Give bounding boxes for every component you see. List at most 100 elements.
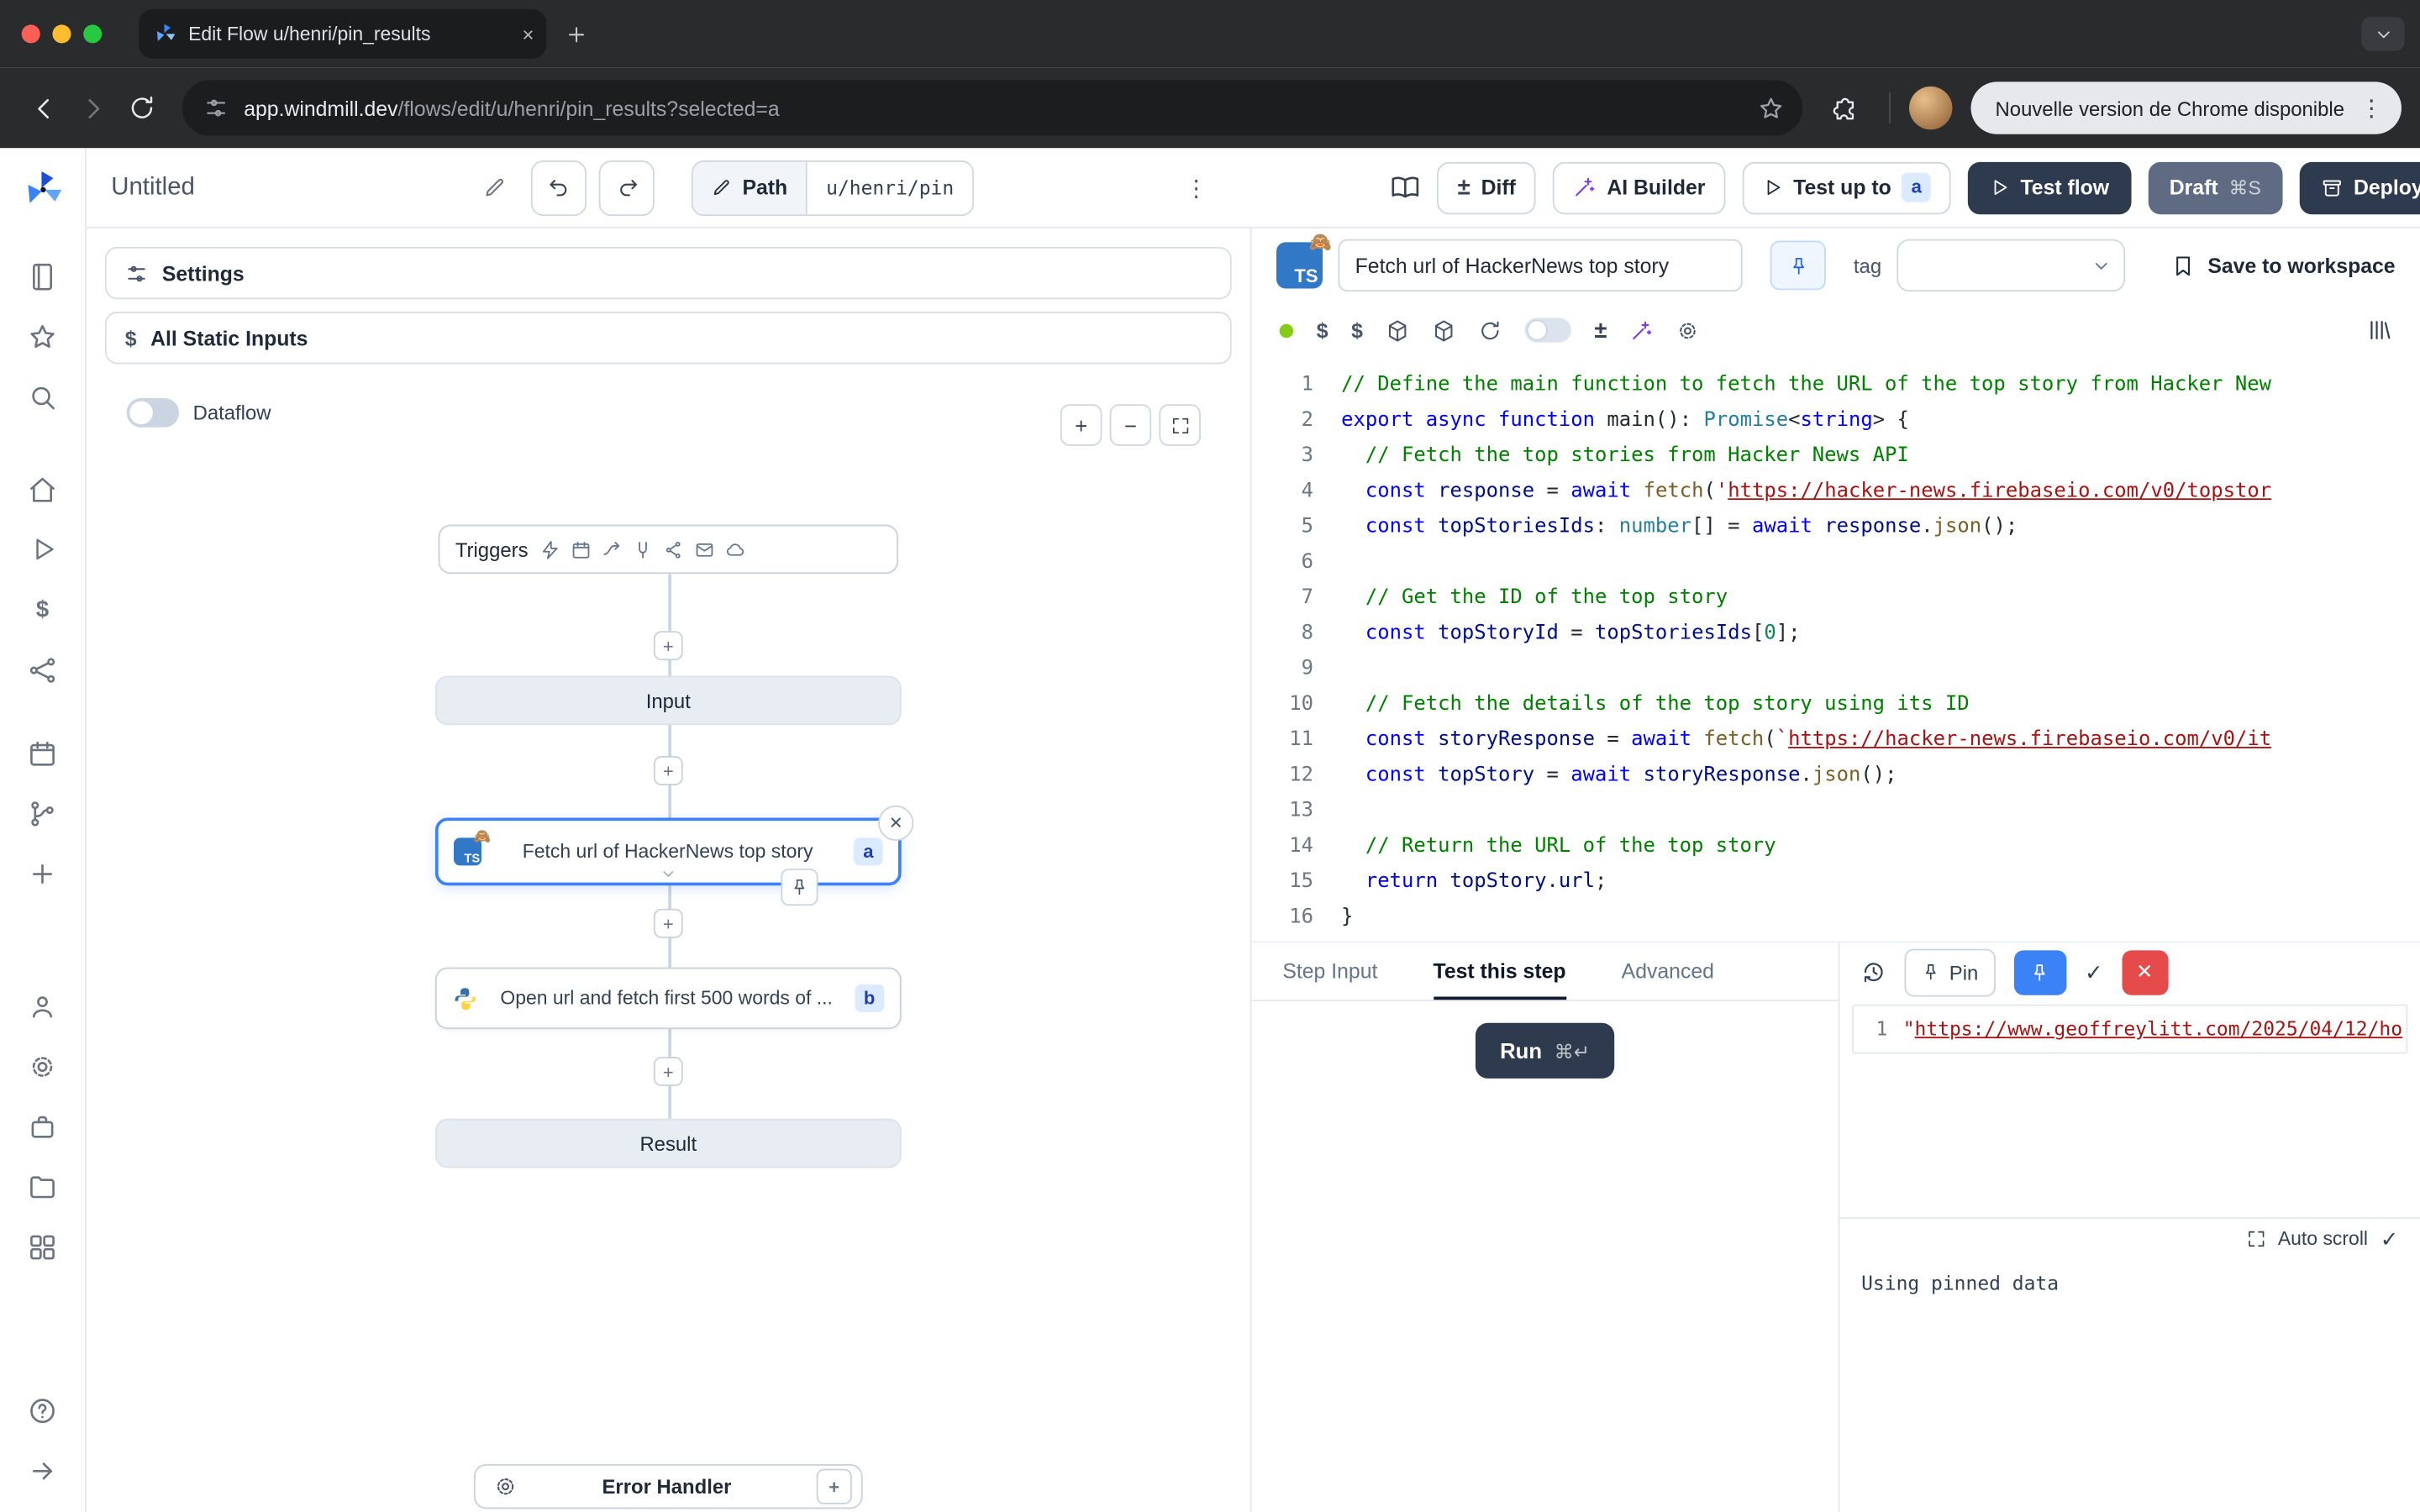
- sidebar-resources-icon[interactable]: [16, 647, 68, 693]
- add-step-button[interactable]: +: [654, 1057, 683, 1086]
- pinned-toggle-button[interactable]: [2014, 950, 2066, 995]
- sidebar-home-icon[interactable]: [16, 466, 68, 512]
- new-tab-button[interactable]: [565, 23, 588, 46]
- library-panel-icon[interactable]: [2368, 318, 2392, 342]
- step-node-a[interactable]: TS🙈 Fetch url of HackerNews top story a …: [435, 817, 902, 885]
- sidebar-add-icon[interactable]: [16, 850, 68, 896]
- tab-step-input[interactable]: Step Input: [1282, 959, 1377, 1000]
- deploy-button[interactable]: Deploy: [2300, 161, 2420, 213]
- trigger-kafka-icon[interactable]: [664, 539, 684, 559]
- trigger-websocket-icon[interactable]: [633, 539, 653, 559]
- run-button[interactable]: Run ⌘↵: [1476, 1023, 1615, 1079]
- zoom-out-button[interactable]: −: [1110, 404, 1152, 446]
- profile-avatar[interactable]: [1909, 87, 1952, 129]
- error-handler-node[interactable]: Error Handler +: [474, 1464, 863, 1509]
- sidebar-apps-icon[interactable]: [16, 1224, 68, 1270]
- dependencies-icon[interactable]: [1433, 318, 1456, 342]
- sidebar-variables-icon[interactable]: $: [16, 586, 68, 633]
- trigger-http-route-icon[interactable]: [602, 539, 623, 559]
- add-step-button[interactable]: +: [654, 756, 683, 785]
- test-flow-button[interactable]: Test flow: [1968, 161, 2131, 213]
- docs-book-icon[interactable]: [1392, 173, 1421, 202]
- save-to-workspace-button[interactable]: Save to workspace: [2172, 254, 2396, 277]
- diff-button[interactable]: ± Diff: [1438, 161, 1536, 213]
- flow-title[interactable]: Untitled: [111, 174, 195, 202]
- step-summary-input[interactable]: [1338, 239, 1742, 291]
- minimize-window-button[interactable]: [52, 24, 71, 43]
- windmill-logo[interactable]: [16, 166, 68, 213]
- trigger-schedule-icon[interactable]: [571, 539, 592, 559]
- step-node-b[interactable]: Open url and fetch first 500 words of ..…: [435, 968, 902, 1029]
- trigger-webhook-icon[interactable]: [540, 539, 560, 559]
- reload-script-icon[interactable]: [1479, 318, 1502, 342]
- clear-pin-button[interactable]: ✕: [2122, 950, 2168, 995]
- url-bar[interactable]: app.windmill.dev/flows/edit/u/henri/pin_…: [182, 81, 1802, 136]
- site-settings-icon[interactable]: [203, 96, 228, 120]
- bookmark-star-icon[interactable]: [1758, 95, 1784, 121]
- edit-title-icon[interactable]: [483, 176, 507, 199]
- ai-assist-icon[interactable]: [1630, 318, 1654, 342]
- extensions-icon[interactable]: [1821, 83, 1870, 133]
- add-step-button[interactable]: +: [654, 909, 683, 938]
- editor-mode-toggle[interactable]: [1525, 318, 1571, 342]
- sidebar-search-icon[interactable]: [16, 373, 68, 419]
- history-icon[interactable]: [1861, 959, 1886, 984]
- expand-icon[interactable]: [2247, 1230, 2265, 1248]
- auto-scroll-check-icon[interactable]: ✓: [2381, 1226, 2399, 1252]
- trigger-email-icon[interactable]: [695, 539, 715, 559]
- pin-button[interactable]: Pin: [1905, 948, 1996, 996]
- tab-advanced[interactable]: Advanced: [1622, 959, 1714, 1000]
- triggers-node[interactable]: Triggers: [439, 524, 898, 574]
- tab-search-chevron[interactable]: [2361, 17, 2404, 50]
- reload-button[interactable]: [118, 83, 167, 133]
- remove-step-icon[interactable]: ✕: [878, 806, 913, 841]
- tag-select[interactable]: [1897, 239, 2125, 291]
- test-up-to-button[interactable]: Test up to a: [1743, 161, 1951, 213]
- package-icon[interactable]: [1386, 318, 1409, 342]
- fullscreen-window-button[interactable]: [83, 24, 102, 43]
- close-window-button[interactable]: [22, 24, 40, 43]
- pinned-data-icon[interactable]: [781, 869, 818, 906]
- pin-step-button[interactable]: [1770, 241, 1826, 291]
- script-settings-icon[interactable]: [1676, 318, 1700, 342]
- trigger-cloud-icon[interactable]: [726, 539, 746, 559]
- fit-view-button[interactable]: [1159, 404, 1201, 446]
- sidebar-users-icon[interactable]: [16, 983, 68, 1029]
- sidebar-folders-icon[interactable]: [16, 1163, 68, 1210]
- sidebar-favorites-icon[interactable]: [16, 313, 68, 360]
- auto-scroll-label[interactable]: Auto scroll: [2278, 1228, 2368, 1250]
- sidebar-workers-icon[interactable]: [16, 1103, 68, 1149]
- add-error-handler-button[interactable]: +: [817, 1469, 852, 1504]
- accept-icon[interactable]: ✓: [2085, 959, 2103, 985]
- sidebar-help-icon[interactable]: [16, 1387, 68, 1433]
- tab-close-icon[interactable]: ×: [523, 24, 534, 44]
- sidebar-flows-icon[interactable]: [16, 790, 68, 836]
- path-control[interactable]: Path u/henri/pin: [692, 160, 974, 215]
- undo-button[interactable]: [531, 160, 587, 215]
- forward-button[interactable]: [68, 83, 118, 133]
- collapse-step-icon[interactable]: [660, 865, 676, 882]
- pinned-value-editor[interactable]: 1"https://www.geoffreylitt.com/2025/04/1…: [1852, 1005, 2407, 1054]
- insert-resource-icon[interactable]: $: [1351, 318, 1363, 342]
- static-inputs-row[interactable]: $ All Static Inputs: [105, 312, 1232, 364]
- result-node[interactable]: Result: [435, 1119, 902, 1168]
- back-button[interactable]: [18, 83, 68, 133]
- ai-builder-button[interactable]: AI Builder: [1553, 161, 1725, 213]
- redo-button[interactable]: [599, 160, 655, 215]
- diff-editor-icon[interactable]: ±: [1594, 317, 1607, 343]
- browser-menu-icon[interactable]: ⋮: [2360, 94, 2383, 122]
- code-editor[interactable]: 1// Define the main function to fetch th…: [1252, 358, 2420, 941]
- dataflow-toggle[interactable]: [127, 398, 179, 428]
- flow-canvas[interactable]: Dataflow + − Triggers: [105, 376, 1232, 1494]
- input-node[interactable]: Input: [435, 675, 902, 725]
- chrome-update-button[interactable]: Nouvelle version de Chrome disponible ⋮: [1970, 81, 2402, 134]
- add-step-button[interactable]: +: [654, 631, 683, 660]
- sidebar-schedules-icon[interactable]: [16, 730, 68, 776]
- zoom-in-button[interactable]: +: [1060, 404, 1102, 446]
- sidebar-docs-icon[interactable]: [16, 253, 68, 299]
- flow-more-menu[interactable]: ⋮: [1175, 161, 1218, 213]
- sidebar-settings-icon[interactable]: [16, 1043, 68, 1089]
- insert-variable-icon[interactable]: $: [1317, 318, 1328, 342]
- browser-tab[interactable]: Edit Flow u/henri/pin_results ×: [139, 9, 546, 59]
- settings-row[interactable]: Settings: [105, 247, 1232, 299]
